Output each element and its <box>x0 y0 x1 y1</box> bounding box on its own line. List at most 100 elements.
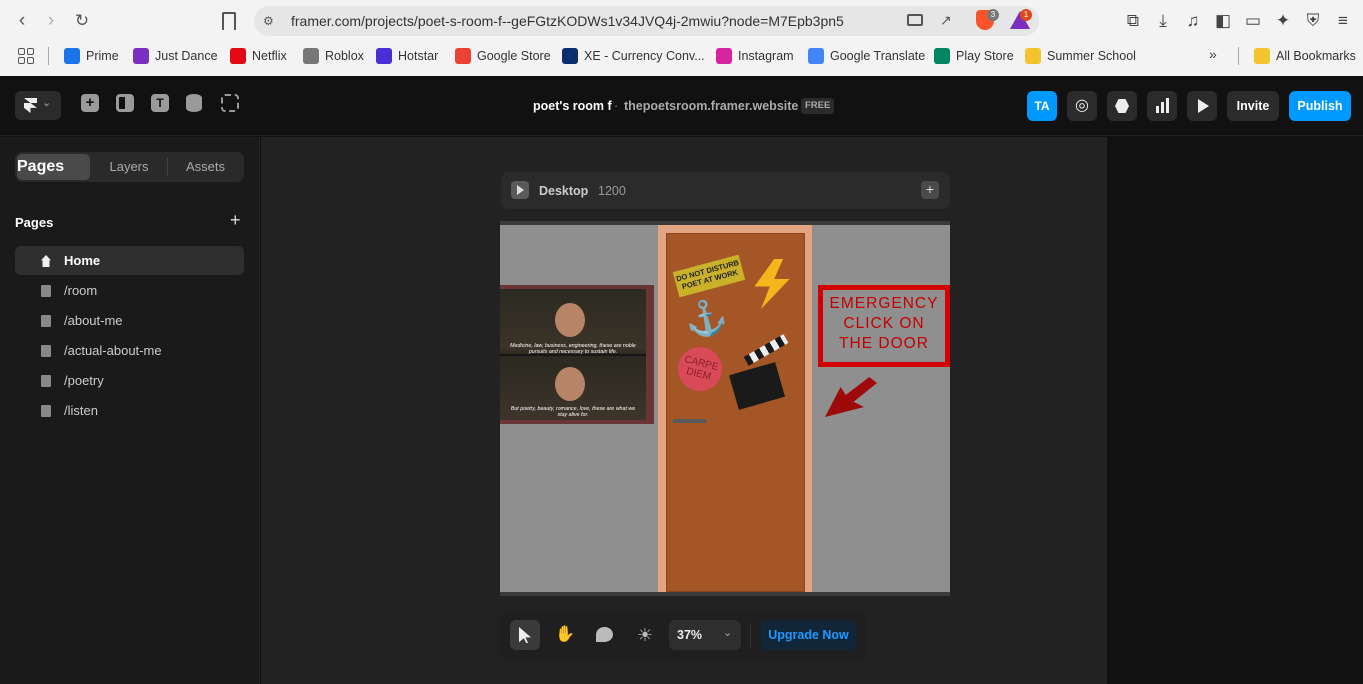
avatar[interactable]: TA <box>1027 91 1057 121</box>
site-domain[interactable]: thepoetsroom.framer.website <box>624 99 798 113</box>
all-bookmarks-label: All Bookmarks <box>1276 49 1356 63</box>
forward-icon[interactable]: › <box>41 11 61 31</box>
apps-grid-icon[interactable] <box>18 48 34 64</box>
upgrade-button[interactable]: Upgrade Now <box>761 620 856 650</box>
comment-tool-icon[interactable] <box>596 627 613 642</box>
globe-icon[interactable]: ◎ <box>1067 91 1097 121</box>
bookmark-just-dance[interactable]: Just Dance <box>133 46 218 66</box>
bookmark-label: Netflix <box>252 49 287 63</box>
page-icon <box>41 315 51 327</box>
download-icon[interactable]: ⤓ <box>1152 11 1174 31</box>
vpn-icon[interactable]: ⛨ <box>1302 11 1324 31</box>
wallet-icon[interactable]: ▭ <box>1242 11 1264 31</box>
url-text[interactable]: framer.com/projects/poet-s-room-f--geFGt… <box>291 13 844 29</box>
bookmark-folder[interactable]: Summer School <box>1025 46 1136 66</box>
chevron-down-icon: ⌄ <box>42 97 52 109</box>
insert-button[interactable]: + <box>81 94 101 114</box>
page-icon <box>41 375 51 387</box>
bookmark-divider <box>48 47 49 65</box>
text-button[interactable]: T <box>151 94 171 114</box>
bookmark-xe[interactable]: XE - Currency Conv... <box>562 46 705 66</box>
bookmark-label: Hotstar <box>398 49 439 63</box>
hand-tool-icon[interactable]: ✋ <box>555 625 575 645</box>
components-button[interactable] <box>221 94 241 114</box>
invite-button[interactable]: Invite <box>1227 91 1279 121</box>
door-frame[interactable]: DO NOT DISTURB POET AT WORK ⚓ CARPE DIEM <box>658 225 812 592</box>
play-store-icon <box>934 48 950 64</box>
settings-hexagon-icon[interactable] <box>1107 91 1137 121</box>
toolbar-divider <box>750 623 751 648</box>
theme-toggle-icon[interactable]: ☀ <box>634 624 656 646</box>
pages-section-title: Pages <box>15 215 54 230</box>
page-item-room[interactable]: /room <box>15 276 244 305</box>
share-icon[interactable]: ↗ <box>940 12 956 28</box>
cms-button[interactable] <box>186 94 206 114</box>
all-bookmarks[interactable]: All Bookmarks <box>1254 46 1356 66</box>
project-name[interactable]: poet's room f <box>533 99 612 113</box>
instagram-icon <box>716 48 732 64</box>
media-icon[interactable]: ♫ <box>1182 11 1204 31</box>
bookmark-google-store[interactable]: Google Store <box>455 46 551 66</box>
bookmark-label: XE - Currency Conv... <box>584 49 705 63</box>
bookmark-label: Roblox <box>325 49 364 63</box>
bookmark-roblox[interactable]: Roblox <box>303 46 364 66</box>
movie-still-frame[interactable]: Medicine, law, business, engineering, th… <box>500 285 654 424</box>
cast-icon[interactable] <box>907 14 923 26</box>
folder-icon <box>1025 48 1041 64</box>
desktop-frame[interactable]: Medicine, law, business, engineering, th… <box>500 221 950 596</box>
publish-button[interactable]: Publish <box>1289 91 1351 121</box>
hotstar-icon <box>376 48 392 64</box>
back-icon[interactable]: ‹ <box>12 11 32 31</box>
frame-preview-button[interactable] <box>511 181 529 199</box>
emergency-sign[interactable]: EMERGENCY CLICK ON THE DOOR <box>818 285 950 367</box>
bookmark-label: Play Store <box>956 49 1014 63</box>
tab-pages[interactable]: Pages <box>17 154 90 180</box>
add-breakpoint-button[interactable]: + <box>921 181 939 199</box>
just-dance-icon <box>133 48 149 64</box>
leo-ai-icon[interactable]: ✦ <box>1272 11 1294 31</box>
zoom-dropdown[interactable]: 37% ⌄ <box>669 620 741 650</box>
properties-panel <box>1107 137 1363 684</box>
bookmark-label: Google Store <box>477 49 551 63</box>
frame-header[interactable]: Desktop 1200 + <box>501 172 950 209</box>
sidebar-toggle-icon[interactable]: ◧ <box>1212 11 1234 31</box>
zoom-level: 37% <box>677 628 703 642</box>
extensions-icon[interactable]: ⧉ <box>1122 11 1144 31</box>
page-icon <box>41 285 51 297</box>
preview-play-icon[interactable] <box>1187 91 1217 121</box>
bookmark-prime[interactable]: Prime <box>64 46 119 66</box>
frame-width: 1200 <box>598 184 626 198</box>
bookmark-label: Summer School <box>1047 49 1136 63</box>
framer-menu-button[interactable]: ⌄ <box>15 91 61 120</box>
page-item-about-me[interactable]: /about-me <box>15 306 244 335</box>
chevron-down-icon: ⌄ <box>723 627 733 639</box>
bookmark-page-icon[interactable] <box>222 12 236 30</box>
site-info-icon[interactable]: ⚙ <box>263 14 277 28</box>
page-item-label: /room <box>64 283 98 298</box>
frame-name: Desktop <box>539 184 589 198</box>
anchor-sticker: ⚓ <box>681 296 731 343</box>
page-item-home[interactable]: Home <box>15 246 244 275</box>
tab-assets[interactable]: Assets <box>168 152 243 182</box>
bookmark-instagram[interactable]: Instagram <box>716 46 794 66</box>
netflix-icon <box>230 48 246 64</box>
bookmark-label: Instagram <box>738 49 794 63</box>
add-page-button[interactable]: + <box>230 210 241 231</box>
page-item-listen[interactable]: /listen <box>15 396 244 425</box>
more-bookmarks-icon[interactable]: » <box>1209 46 1217 62</box>
tab-layers[interactable]: Layers <box>92 152 166 182</box>
bookmark-label: Google Translate <box>830 49 926 63</box>
page-item-actual-about-me[interactable]: /actual-about-me <box>15 336 244 365</box>
layout-button[interactable] <box>116 94 136 114</box>
page-item-poetry[interactable]: /poetry <box>15 366 244 395</box>
page-icon <box>41 345 51 357</box>
menu-icon[interactable]: ≡ <box>1332 11 1354 31</box>
select-tool-button[interactable] <box>510 620 540 650</box>
bookmark-hotstar[interactable]: Hotstar <box>376 46 438 66</box>
bookmark-netflix[interactable]: Netflix <box>230 46 287 66</box>
analytics-icon[interactable] <box>1147 91 1177 121</box>
bookmark-translate[interactable]: Google Translate <box>808 46 925 66</box>
bookmark-play-store[interactable]: Play Store <box>934 46 1014 66</box>
folder-icon <box>1254 48 1270 64</box>
reload-icon[interactable]: ↻ <box>72 11 92 31</box>
